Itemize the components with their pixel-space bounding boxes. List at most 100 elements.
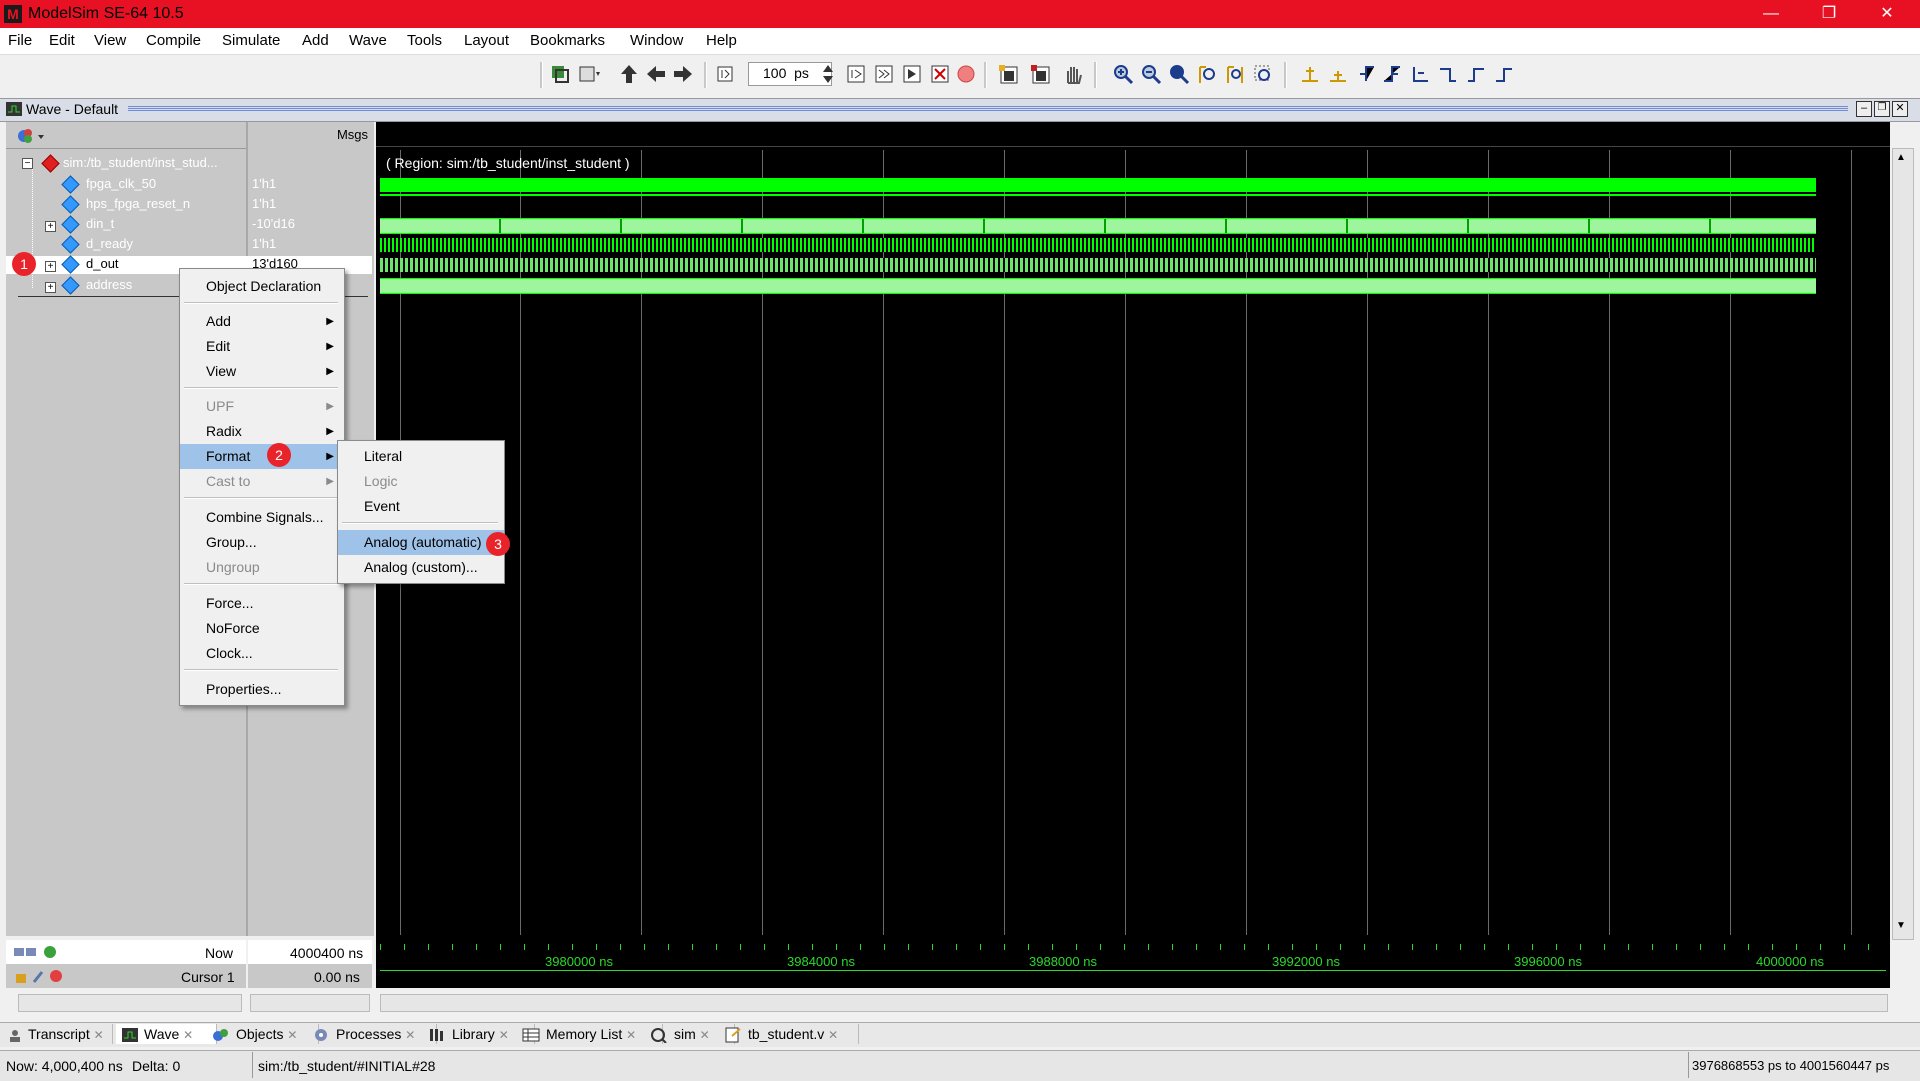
zoom-cursor-icon[interactable] xyxy=(1196,63,1218,85)
spinner-icon[interactable] xyxy=(822,63,834,85)
forward-arrow-icon[interactable] xyxy=(672,64,694,84)
minimize-button[interactable]: — xyxy=(1748,0,1794,28)
name-pane-hscrollbar[interactable] xyxy=(18,994,242,1012)
signal-name-hps-fpga-reset-n[interactable]: hps_fpga_reset_n xyxy=(86,195,190,213)
menu-item-properties[interactable]: Properties... xyxy=(180,677,344,702)
menu-simulate[interactable]: Simulate xyxy=(222,32,280,50)
vertical-scrollbar[interactable] xyxy=(1892,148,1914,940)
expand-toggle[interactable]: + xyxy=(45,261,56,272)
close-tab-icon[interactable]: ✕ xyxy=(626,1028,636,1042)
close-tab-icon[interactable]: ✕ xyxy=(287,1028,297,1042)
menu-edit[interactable]: Edit xyxy=(49,32,75,50)
menu-item-force[interactable]: Force... xyxy=(180,591,344,616)
close-tab-icon[interactable]: ✕ xyxy=(405,1028,415,1042)
scroll-up-arrow-icon[interactable]: ▲ xyxy=(1896,152,1906,163)
collapse-toggle[interactable]: − xyxy=(22,158,33,169)
menu-item-analog-automatic[interactable]: Analog (automatic) xyxy=(338,530,504,555)
expand-toggle[interactable]: + xyxy=(45,282,56,293)
menu-window[interactable]: Window xyxy=(630,32,683,50)
restart-icon[interactable] xyxy=(550,64,570,84)
wave-add-dropdown-icon[interactable] xyxy=(16,127,48,145)
next-rising-edge-icon[interactable] xyxy=(1494,63,1514,85)
run-icon[interactable] xyxy=(846,64,868,84)
previous-falling-edge-icon[interactable] xyxy=(1410,63,1430,85)
menu-item-noforce[interactable]: NoForce xyxy=(180,616,344,641)
zoom-out-icon[interactable] xyxy=(1140,63,1162,85)
zoom-full-icon[interactable] xyxy=(1168,63,1190,85)
previous-transition-icon[interactable] xyxy=(1356,63,1376,85)
waveform-d-out[interactable] xyxy=(380,258,1816,272)
close-tab-icon[interactable]: ✕ xyxy=(828,1028,838,1042)
menu-item-clock[interactable]: Clock... xyxy=(180,641,344,666)
restore-button[interactable]: ❐ xyxy=(1806,0,1852,28)
menu-item-upf: UPF ▶ xyxy=(180,394,344,419)
menu-item-format[interactable]: Format ▶ xyxy=(180,444,344,469)
cursor-label[interactable]: Cursor 1 xyxy=(181,969,235,985)
menu-item-analog-custom[interactable]: Analog (custom)... xyxy=(338,555,504,580)
menu-item-event[interactable]: Event xyxy=(338,494,504,519)
menu-item-object-declaration[interactable]: Object Declaration xyxy=(180,274,344,299)
zoom-last-icon[interactable] xyxy=(1224,63,1246,85)
expand-toggle[interactable]: + xyxy=(45,221,56,232)
run-all-icon[interactable] xyxy=(902,64,924,84)
next-falling-edge-icon[interactable] xyxy=(1438,63,1458,85)
waveform-address[interactable] xyxy=(380,278,1816,294)
waveform-fpga-clk-50[interactable] xyxy=(380,178,1816,192)
signal-name-d-ready[interactable]: d_ready xyxy=(86,235,133,253)
menu-layout[interactable]: Layout xyxy=(464,32,509,50)
continue-run-icon[interactable] xyxy=(874,64,896,84)
run-length-icon[interactable] xyxy=(578,64,602,84)
up-arrow-icon[interactable] xyxy=(619,63,639,85)
close-button[interactable]: ✕ xyxy=(1864,0,1910,28)
waveform-d-ready[interactable] xyxy=(380,238,1816,252)
menu-help[interactable]: Help xyxy=(706,32,737,50)
zoom-region-icon[interactable] xyxy=(1252,63,1274,85)
wave-minimize-button[interactable]: – xyxy=(1856,101,1872,117)
hand-icon[interactable] xyxy=(1062,63,1084,85)
menu-add[interactable]: Add xyxy=(302,32,329,50)
menu-item-group[interactable]: Group... xyxy=(180,530,344,555)
menu-tools[interactable]: Tools xyxy=(407,32,442,50)
cursor-lock-icons[interactable] xyxy=(14,968,64,984)
signal-name-din-t[interactable]: din_t xyxy=(86,215,114,233)
break-icon[interactable] xyxy=(930,64,952,84)
signal-name-d-out[interactable]: d_out xyxy=(86,255,119,273)
close-tab-icon[interactable]: ✕ xyxy=(499,1028,509,1042)
step-icon[interactable] xyxy=(715,64,735,84)
menu-item-add[interactable]: Add ▶ xyxy=(180,309,344,334)
menu-item-radix[interactable]: Radix ▶ xyxy=(180,419,344,444)
next-transition-icon[interactable] xyxy=(1382,63,1402,85)
menu-file[interactable]: File xyxy=(8,32,32,50)
menu-item-edit[interactable]: Edit ▶ xyxy=(180,334,344,359)
previous-rising-edge-icon[interactable] xyxy=(1466,63,1486,85)
wave-window-drag-bar[interactable] xyxy=(128,106,1848,112)
signal-name-region[interactable]: sim:/tb_student/inst_stud... xyxy=(63,154,218,172)
wave-undock-button[interactable]: ❐ xyxy=(1874,101,1890,117)
menu-bookmarks[interactable]: Bookmarks xyxy=(530,32,605,50)
menu-item-combine-signals[interactable]: Combine Signals... xyxy=(180,505,344,530)
menu-view[interactable]: View xyxy=(94,32,126,50)
wave-close-button[interactable]: ✕ xyxy=(1892,101,1908,117)
back-arrow-icon[interactable] xyxy=(645,64,667,84)
stop-icon[interactable] xyxy=(956,64,976,84)
signal-name-address[interactable]: address xyxy=(86,276,132,294)
close-tab-icon[interactable]: ✕ xyxy=(183,1028,193,1042)
insert-cursor-icon[interactable] xyxy=(1300,63,1320,85)
close-tab-icon[interactable]: ✕ xyxy=(700,1028,710,1042)
waveform-hps-fpga-reset-n[interactable] xyxy=(380,194,1816,196)
menu-compile[interactable]: Compile xyxy=(146,32,201,50)
scroll-down-arrow-icon[interactable]: ▼ xyxy=(1896,920,1906,931)
menu-wave[interactable]: Wave xyxy=(349,32,387,50)
signal-name-fpga-clk-50[interactable]: fpga_clk_50 xyxy=(86,175,156,193)
zoom-in-icon[interactable] xyxy=(1112,63,1134,85)
find-previous-icon[interactable] xyxy=(998,64,1022,86)
wave-hscrollbar[interactable] xyxy=(380,994,1888,1012)
menu-item-view[interactable]: View ▶ xyxy=(180,359,344,384)
find-next-icon[interactable] xyxy=(1030,64,1054,86)
menu-item-literal[interactable]: Literal xyxy=(338,444,504,469)
waveform-din-t[interactable] xyxy=(380,218,1816,234)
close-tab-icon[interactable]: ✕ xyxy=(94,1028,104,1042)
cursor-add-icons[interactable] xyxy=(14,944,58,960)
delete-cursor-icon[interactable] xyxy=(1328,63,1348,85)
value-pane-hscrollbar[interactable] xyxy=(250,994,370,1012)
